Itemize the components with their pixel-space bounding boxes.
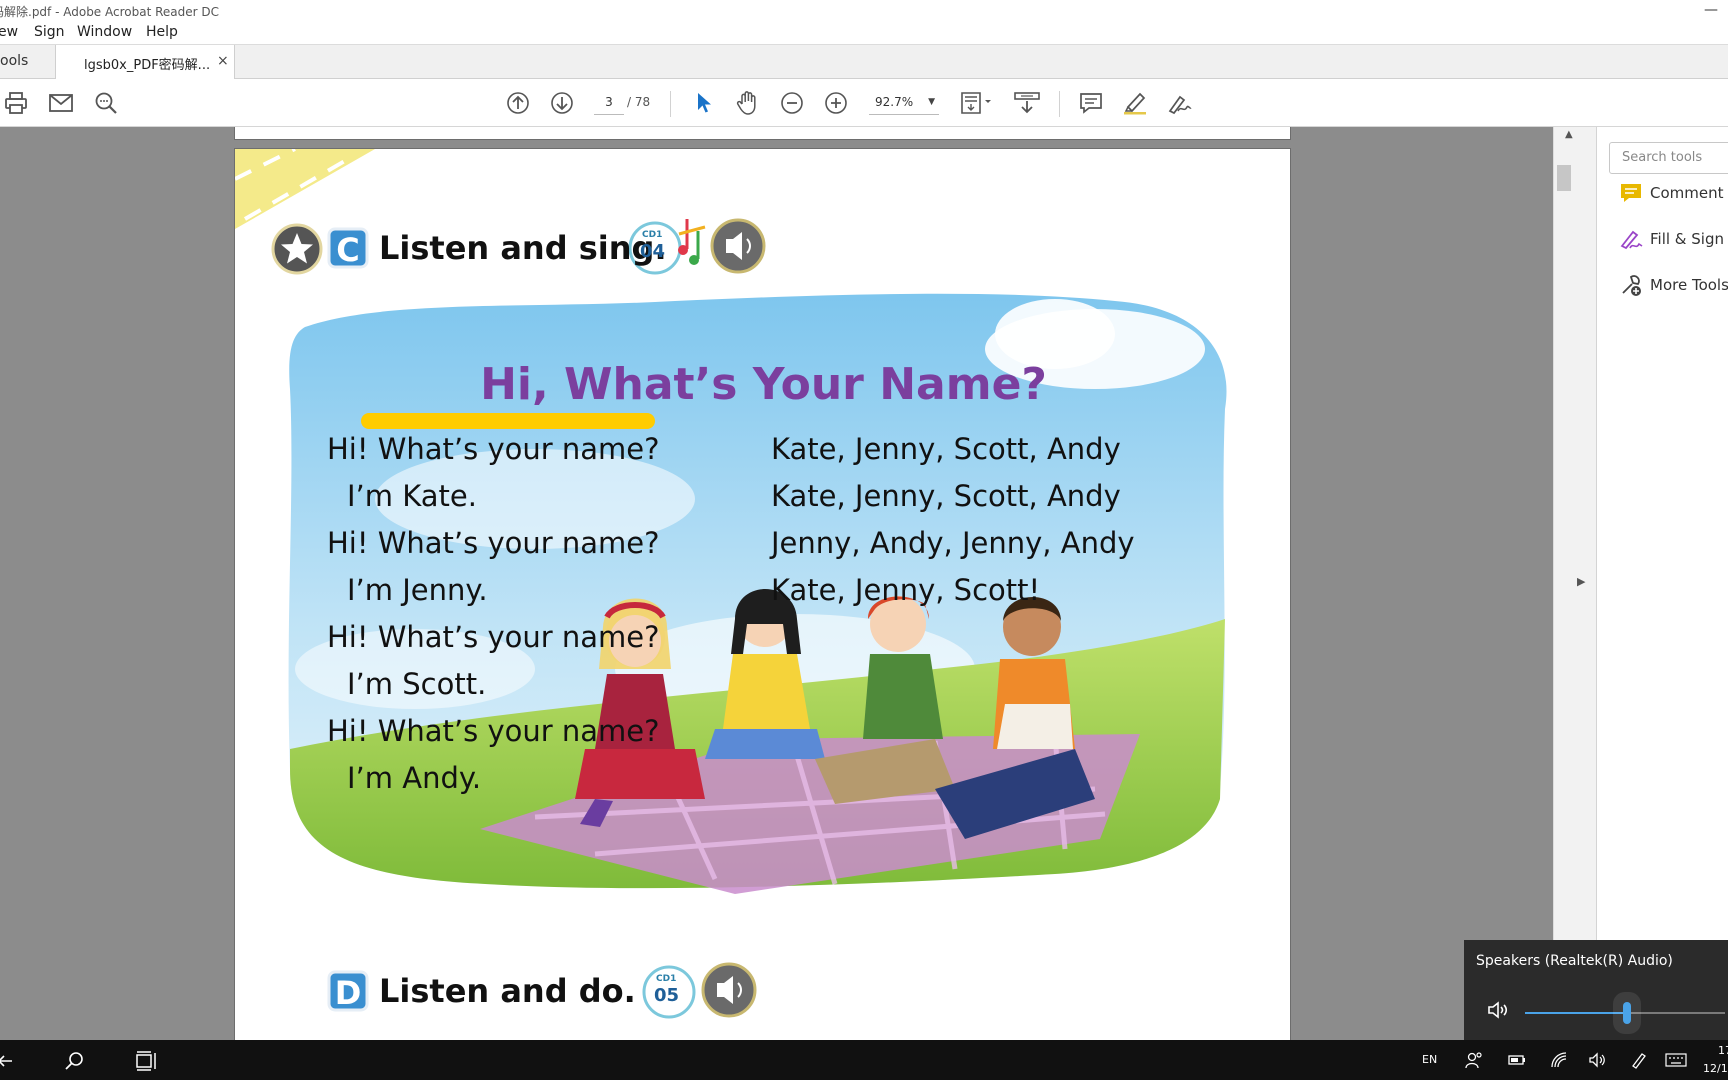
lyric-line: Hi! What’s your name?	[327, 714, 660, 748]
lyric-line: Hi! What’s your name?	[327, 432, 660, 466]
fit-page-icon[interactable]	[959, 88, 995, 118]
tab-document-label: lgsb0x_PDF密码解...	[84, 58, 211, 73]
tool-fill-sign-label: Fill & Sign	[1650, 230, 1724, 248]
print-icon[interactable]	[1, 88, 31, 118]
section-d-track: 05	[654, 985, 680, 1006]
section-c-track: 04	[640, 241, 666, 262]
toolbar-divider	[670, 91, 671, 117]
lyric-line: Hi! What’s your name?	[327, 620, 660, 654]
search-icon[interactable]	[91, 88, 121, 118]
chevron-down-icon: ▼	[928, 97, 935, 107]
title-bar: 码解除.pdf - Adobe Acrobat Reader DC —	[0, 0, 1728, 22]
pen-icon[interactable]	[1630, 1051, 1648, 1069]
toolbar: 3 / 78 92.7% ▼	[0, 79, 1728, 127]
audio-device-name[interactable]: Speakers (Realtek(R) Audio)	[1476, 953, 1673, 969]
scrollbar-thumb[interactable]	[1557, 165, 1571, 191]
page-up-icon[interactable]	[503, 88, 533, 118]
tab-tools-label: ools	[0, 53, 29, 69]
section-c-title: Listen and sing.	[379, 229, 667, 267]
speaker-icon[interactable]	[723, 225, 753, 269]
clock-time[interactable]: 17	[1718, 1044, 1728, 1057]
title-highlight	[361, 413, 655, 429]
lyric-line: Kate, Jenny, Scott, Andy	[771, 432, 1121, 466]
lyric-line: I’m Kate.	[347, 479, 477, 513]
lyric-line: I’m Jenny.	[347, 573, 488, 607]
tab-bar: ools lgsb0x_PDF密码解... ×	[0, 44, 1728, 80]
page-number-input[interactable]: 3	[594, 91, 624, 115]
speaker-icon[interactable]	[713, 969, 743, 1013]
menu-sign[interactable]: Sign	[34, 24, 65, 40]
comment-icon	[1621, 184, 1641, 202]
sign-icon[interactable]	[1164, 88, 1194, 118]
menu-view[interactable]: ew	[0, 24, 18, 40]
zoom-out-icon[interactable]	[777, 88, 807, 118]
lyric-line: I’m Andy.	[347, 761, 482, 795]
vertical-scrollbar[interactable]: ▲ ▶	[1553, 127, 1596, 1040]
task-view-icon[interactable]	[136, 1051, 158, 1071]
taskbar: EN 17 12/1	[0, 1040, 1728, 1080]
battery-icon[interactable]	[1508, 1053, 1526, 1067]
lyric-line: Jenny, Andy, Jenny, Andy	[771, 526, 1135, 560]
fill-sign-icon	[1620, 230, 1643, 250]
hand-icon[interactable]	[733, 88, 763, 118]
search-tools-input[interactable]: Search tools	[1609, 142, 1728, 174]
back-icon[interactable]	[0, 1052, 14, 1070]
people-icon[interactable]	[1465, 1051, 1483, 1069]
highlight-icon[interactable]	[1120, 88, 1150, 118]
document-viewport[interactable]: C Listen and sing. CD1 04 Hi, What’s You…	[0, 127, 1553, 1048]
zoom-level-value: 92.7%	[875, 95, 914, 109]
tool-more-tools[interactable]: More Tools	[1619, 273, 1728, 299]
section-d-title: Listen and do.	[379, 972, 636, 1010]
menu-window[interactable]: Window	[77, 24, 132, 40]
toolbar-divider	[1059, 91, 1060, 117]
lyric-line: Hi! What’s your name?	[327, 526, 660, 560]
tool-more-tools-label: More Tools	[1650, 276, 1728, 294]
tool-fill-sign[interactable]: Fill & Sign	[1619, 227, 1728, 253]
menu-help[interactable]: Help	[146, 24, 178, 40]
clock-date[interactable]: 12/1	[1703, 1062, 1728, 1075]
tool-comment-label: Comment	[1650, 184, 1724, 202]
song-title: Hi, What’s Your Name?	[480, 359, 1047, 410]
select-cursor-icon[interactable]	[689, 88, 719, 118]
lyric-line: I’m Scott.	[347, 667, 487, 701]
volume-icon[interactable]	[1588, 1051, 1606, 1069]
keyboard-icon[interactable]	[1665, 1053, 1687, 1067]
lyric-line: Kate, Jenny, Scott!	[771, 573, 1041, 607]
page-down-icon[interactable]	[547, 88, 577, 118]
pdf-page: C Listen and sing. CD1 04 Hi, What’s You…	[234, 148, 1291, 1048]
section-d-cd-label: CD1	[656, 974, 677, 984]
more-tools-icon	[1622, 275, 1641, 296]
comment-icon[interactable]	[1076, 88, 1106, 118]
previous-page-edge	[234, 127, 1291, 140]
menu-bar: ew Sign Window Help	[0, 22, 1728, 44]
section-c-cd-label: CD1	[642, 230, 663, 240]
tool-comment[interactable]: Comment	[1619, 181, 1728, 207]
section-d-letter: D	[334, 974, 362, 1012]
wifi-icon[interactable]	[1550, 1051, 1568, 1069]
language-indicator[interactable]: EN	[1422, 1053, 1437, 1066]
zoom-level-select[interactable]: 92.7% ▼	[869, 91, 939, 115]
volume-flyout: Speakers (Realtek(R) Audio)	[1464, 940, 1728, 1040]
tab-document[interactable]: lgsb0x_PDF密码解... ×	[56, 45, 235, 80]
minimize-button[interactable]: —	[1704, 2, 1718, 18]
zoom-in-icon[interactable]	[821, 88, 851, 118]
window-title: 码解除.pdf - Adobe Acrobat Reader DC	[0, 5, 220, 19]
collapse-panel-icon[interactable]: ▶	[1577, 575, 1585, 588]
volume-slider-fill	[1525, 1012, 1627, 1014]
lyric-line: Kate, Jenny, Scott, Andy	[771, 479, 1121, 513]
page-total: / 78	[627, 95, 651, 109]
tab-tools[interactable]: ools	[0, 45, 56, 79]
email-icon[interactable]	[46, 88, 76, 118]
search-icon[interactable]	[65, 1051, 85, 1071]
scroll-mode-icon[interactable]	[1011, 88, 1043, 118]
volume-slider-thumb[interactable]	[1623, 1002, 1631, 1024]
scroll-up-icon[interactable]: ▲	[1565, 129, 1573, 140]
section-c-letter: C	[336, 231, 360, 269]
speaker-icon[interactable]	[1486, 998, 1510, 1022]
tab-close-button[interactable]: ×	[217, 53, 229, 69]
tools-panel: Search tools Comment Fill & Sign More To…	[1596, 127, 1728, 1040]
